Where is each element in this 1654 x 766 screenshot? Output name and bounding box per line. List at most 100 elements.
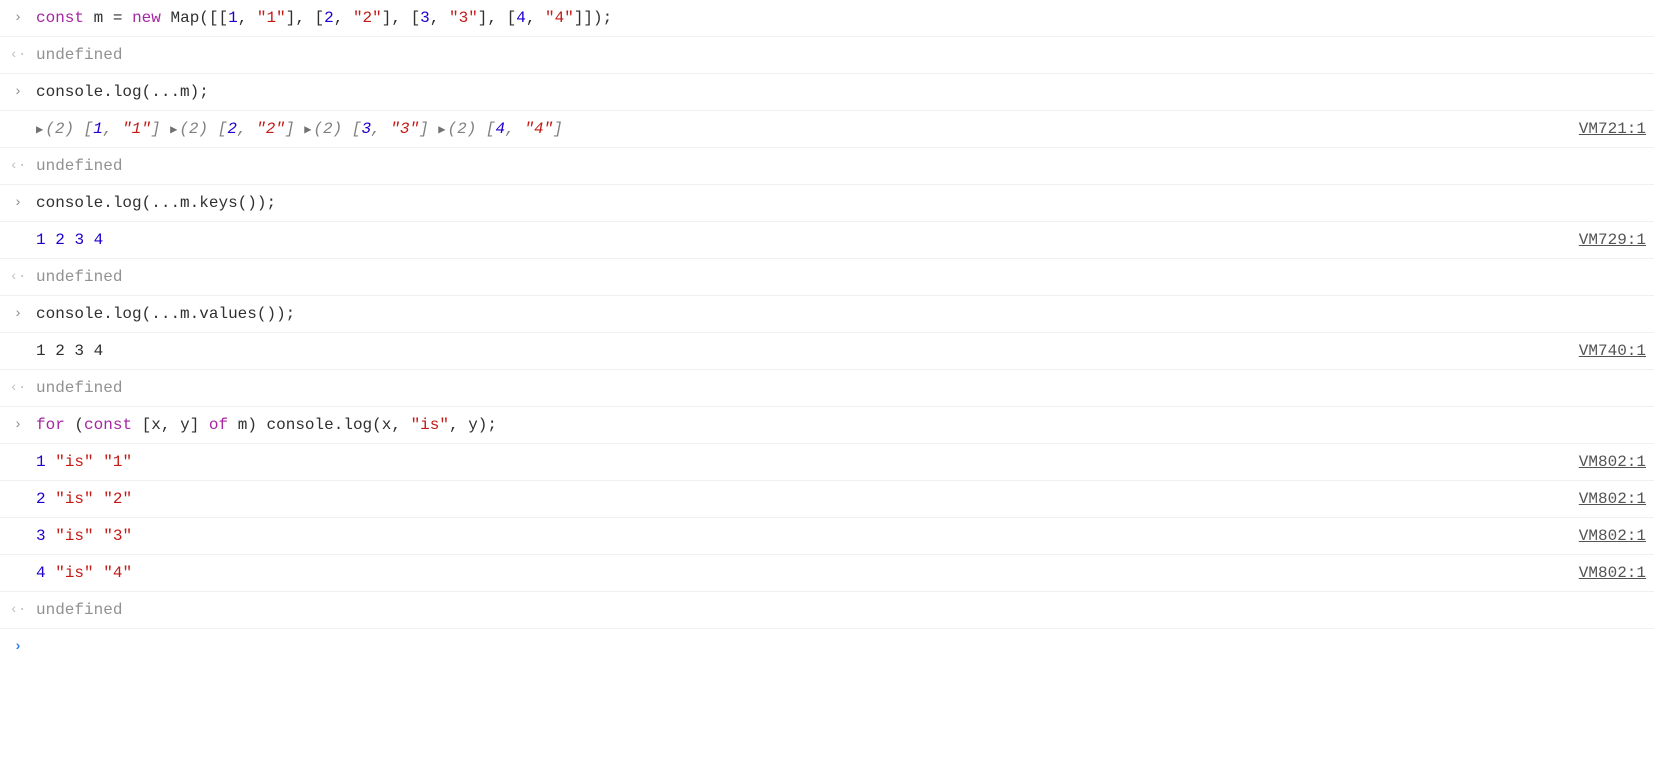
console-input-code[interactable]: console.log(...m); <box>36 80 209 104</box>
return-value: undefined <box>36 265 122 289</box>
log-gutter <box>0 339 36 341</box>
return-value: undefined <box>36 598 122 622</box>
bracket: ] <box>419 120 429 138</box>
source-link[interactable]: VM802:1 <box>1579 561 1646 585</box>
code-token: , <box>334 9 353 27</box>
array-entry: 4 <box>496 120 506 138</box>
bracket: [ <box>218 120 228 138</box>
code-token: . <box>103 83 113 101</box>
code-token: x <box>382 416 392 434</box>
log-number: 2 <box>55 231 65 249</box>
log-gutter <box>0 450 36 452</box>
code-token: ( <box>74 416 84 434</box>
log-gutter <box>0 228 36 230</box>
console-input-code[interactable]: const m = new Map([[1, "1"], [2, "2"], [… <box>36 6 612 30</box>
code-token: (... <box>142 305 180 323</box>
code-token: ); <box>478 416 497 434</box>
array-entry: 2 <box>227 120 237 138</box>
code-token: ], [ <box>286 9 324 27</box>
code-token: "4" <box>545 9 574 27</box>
log-output: 2 "is" "2" <box>36 487 132 511</box>
console-input-code[interactable]: console.log(...m.values()); <box>36 302 295 326</box>
code-token: for <box>36 416 65 434</box>
console-prompt-input[interactable] <box>36 635 1646 655</box>
source-link[interactable]: VM802:1 <box>1579 524 1646 548</box>
expand-icon[interactable]: ▶ <box>304 121 311 139</box>
return-value-icon: ‹· <box>0 265 36 288</box>
code-token: ()); <box>238 194 276 212</box>
code-token: const <box>36 9 84 27</box>
return-value-icon: ‹· <box>0 43 36 66</box>
code-token: . <box>103 305 113 323</box>
input-prompt-icon: › <box>0 191 36 214</box>
log-string: "is" <box>55 453 93 471</box>
array-length: (2) <box>448 120 486 138</box>
input-prompt-icon: › <box>0 413 36 436</box>
code-token: , <box>391 416 410 434</box>
bracket: [ <box>84 120 94 138</box>
log-number: 3 <box>74 231 84 249</box>
array-entry: 3 <box>361 120 371 138</box>
code-token <box>65 416 75 434</box>
array-length: (2) <box>45 120 83 138</box>
code-token <box>122 9 132 27</box>
bracket: ] <box>151 120 161 138</box>
code-token: (... <box>142 83 180 101</box>
return-value: undefined <box>36 376 122 400</box>
code-token: ( <box>372 416 382 434</box>
code-token: , <box>449 416 468 434</box>
input-prompt-icon: › <box>0 6 36 29</box>
console-input-code[interactable]: console.log(...m.keys()); <box>36 191 276 215</box>
code-token: , <box>161 416 180 434</box>
source-link[interactable]: VM740:1 <box>1579 339 1646 363</box>
log-string: "3" <box>103 527 132 545</box>
bracket: [ <box>486 120 496 138</box>
log-number: 4 <box>36 564 46 582</box>
code-token: y <box>468 416 478 434</box>
code-token: , <box>430 9 449 27</box>
code-token <box>228 416 238 434</box>
log-string: "1" <box>103 453 132 471</box>
code-token: keys <box>199 194 237 212</box>
code-token: ]]); <box>574 9 612 27</box>
source-link[interactable]: VM802:1 <box>1579 450 1646 474</box>
expand-icon[interactable]: ▶ <box>36 121 43 139</box>
log-output: 3 "is" "3" <box>36 524 132 548</box>
console-input-code[interactable]: for (const [x, y] of m) console.log(x, "… <box>36 413 497 437</box>
code-token: ([[ <box>199 9 228 27</box>
code-token: 1 <box>228 9 238 27</box>
expand-icon[interactable]: ▶ <box>170 121 177 139</box>
array-entry: "4" <box>524 120 553 138</box>
code-token: ] <box>190 416 209 434</box>
bracket: [ <box>352 120 362 138</box>
log-number: 1 <box>36 231 46 249</box>
code-token: . <box>103 194 113 212</box>
return-value: undefined <box>36 43 122 67</box>
array-entry: "3" <box>390 120 419 138</box>
log-output: 1 2 3 4 <box>36 339 103 363</box>
code-token: (... <box>142 194 180 212</box>
log-number: 1 <box>36 453 46 471</box>
source-link[interactable]: VM802:1 <box>1579 487 1646 511</box>
array-entry: 1 <box>93 120 103 138</box>
code-token: ()); <box>257 305 295 323</box>
code-token <box>84 9 94 27</box>
code-token: . <box>190 194 200 212</box>
code-token: = <box>113 9 123 27</box>
log-string: "2" <box>103 490 132 508</box>
source-link[interactable]: VM721:1 <box>1579 117 1646 141</box>
code-token: y <box>180 416 190 434</box>
code-token: log <box>113 194 142 212</box>
prompt-icon: › <box>0 635 36 658</box>
code-token: ], [ <box>382 9 420 27</box>
array-length: (2) <box>179 120 217 138</box>
return-value-icon: ‹· <box>0 598 36 621</box>
log-gutter <box>0 561 36 563</box>
log-string: "is" <box>55 490 93 508</box>
code-token: "1" <box>257 9 286 27</box>
code-token: 4 <box>516 9 526 27</box>
source-link[interactable]: VM729:1 <box>1579 228 1646 252</box>
return-value-icon: ‹· <box>0 376 36 399</box>
expand-icon[interactable]: ▶ <box>438 121 445 139</box>
log-gutter <box>0 117 36 119</box>
